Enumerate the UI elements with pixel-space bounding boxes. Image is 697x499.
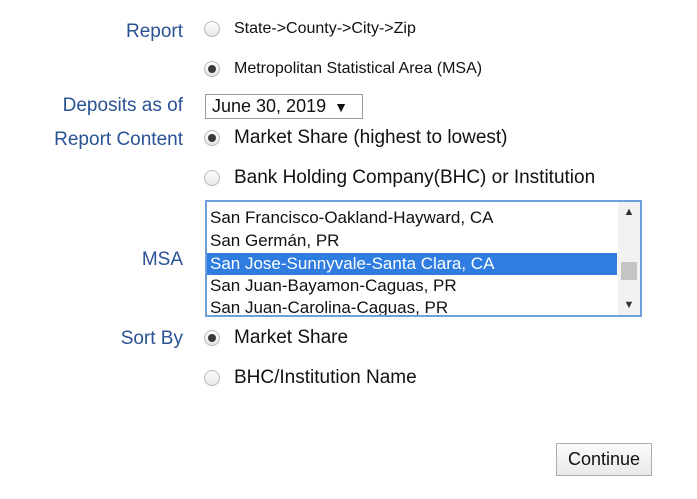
radio-button[interactable]: [204, 370, 220, 386]
msa-list-item[interactable]: San Juan-Bayamon-Caguas, PR: [207, 275, 617, 297]
msa-list-item[interactable]: San Germán, PR: [207, 230, 617, 252]
scroll-down-arrow-icon[interactable]: ▼: [618, 297, 640, 313]
report-option-label: State->County->City->Zip: [234, 20, 416, 37]
continue-button[interactable]: Continue: [556, 443, 652, 476]
sort-option-bhc-institution-name[interactable]: BHC/Institution Name: [204, 367, 417, 389]
content-option-label: Market Share (highest to lowest): [234, 127, 508, 148]
report-label: Report: [125, 21, 183, 42]
scroll-up-arrow-icon[interactable]: ▲: [618, 204, 640, 220]
deposits-date-select[interactable]: June 30, 2019 ▼: [205, 94, 363, 119]
report-option-msa[interactable]: Metropolitan Statistical Area (MSA): [204, 60, 482, 78]
msa-listbox[interactable]: San Francisco-Oakland-Hayward, CA San Ge…: [205, 200, 642, 317]
radio-button-selected[interactable]: [204, 330, 220, 346]
msa-scrollbar[interactable]: ▲ ▼: [618, 202, 640, 315]
radio-button-selected[interactable]: [204, 61, 220, 77]
content-option-bhc-institution[interactable]: Bank Holding Company(BHC) or Institution: [204, 167, 595, 189]
msa-list-item[interactable]: San Francisco-Oakland-Hayward, CA: [207, 207, 617, 229]
msa-list-item-selected[interactable]: San Jose-Sunnyvale-Santa Clara, CA: [207, 253, 617, 275]
content-option-label: Bank Holding Company(BHC) or Institution: [234, 167, 596, 188]
report-content-label: Report Content: [54, 129, 183, 150]
msa-list-item[interactable]: San Juan-Carolina-Caguas, PR: [207, 297, 617, 315]
deposits-as-of-label: Deposits as of: [62, 95, 183, 116]
report-option-label: Metropolitan Statistical Area (MSA): [234, 60, 483, 77]
deposits-date-value: June 30, 2019: [212, 96, 327, 116]
content-option-market-share[interactable]: Market Share (highest to lowest): [204, 127, 508, 149]
radio-button[interactable]: [204, 21, 220, 37]
sort-option-market-share[interactable]: Market Share: [204, 327, 348, 349]
msa-label: MSA: [141, 249, 183, 270]
dropdown-arrow-icon: ▼: [334, 98, 348, 115]
scrollbar-thumb[interactable]: [621, 262, 637, 280]
report-option-state-county[interactable]: State->County->City->Zip: [204, 20, 416, 38]
sort-option-label: Market Share: [234, 327, 349, 348]
radio-button[interactable]: [204, 170, 220, 186]
sort-option-label: BHC/Institution Name: [234, 367, 417, 388]
sort-by-label: Sort By: [120, 328, 183, 349]
radio-button-selected[interactable]: [204, 130, 220, 146]
